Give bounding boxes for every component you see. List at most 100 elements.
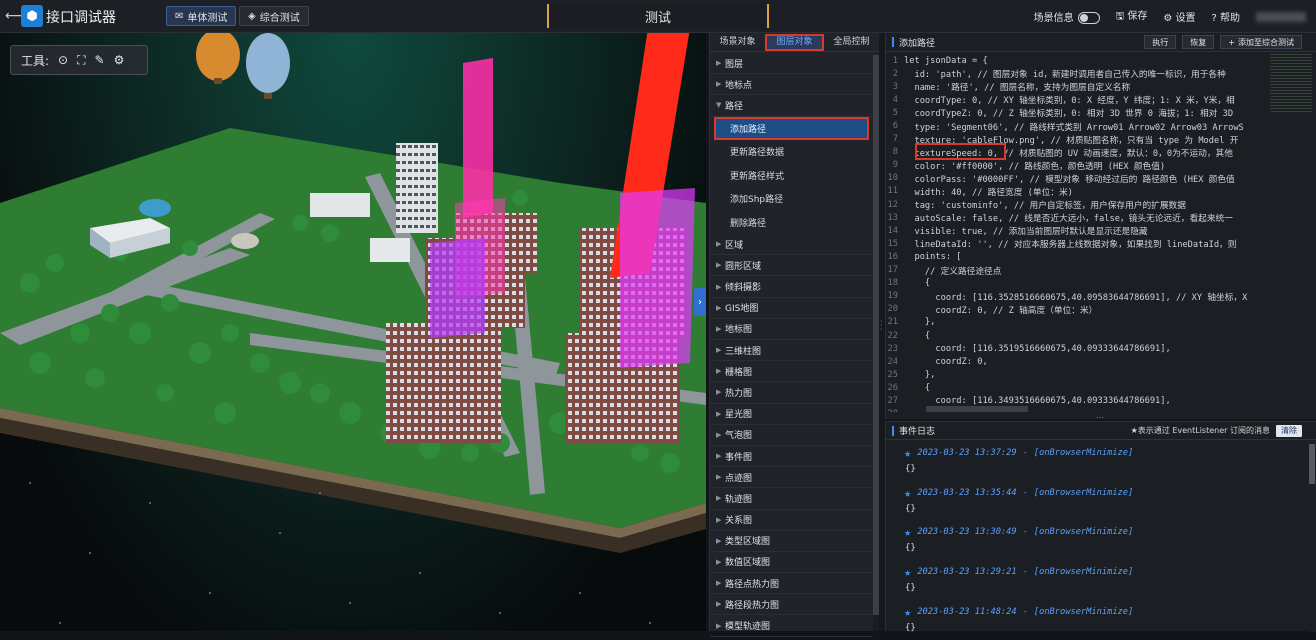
category-subitem[interactable]: 删除路径 [710,211,873,235]
line-number: 6 [892,121,898,132]
code-header: 添加路径 执行 恢复 + 添加至综合测试 [886,33,1316,52]
help-button[interactable]: ? 帮助 [1212,9,1241,24]
tab-global-control[interactable]: 全局控制 [824,34,879,51]
category-item[interactable]: ▶ 轨迹图 [710,488,873,510]
code-text: color: '#ff0000', // 路线颜色，颜色透明 (HEX 颜色值) [904,161,1166,172]
log-entry-header: ★ 2023-03-23 13:29:21- [onBrowserMinimize] [904,565,1306,579]
top-bar: ⟵ ⬢ 接口调试器 ✉ 单体测试 ◈ 综合测试 测试 场景信息 🖫 保存 ⚙ 设置 … [0,0,1316,33]
mail-icon: ✉ [175,10,184,22]
log-separator: - [1022,606,1028,617]
code-line: 26 { [886,381,1316,394]
category-item[interactable]: ▶ 三维柱图 [710,340,873,362]
code-line: 10 colorPass: '#0000FF', // 模型对象 移动经过后的 … [886,172,1316,185]
line-number: 11 [887,186,898,197]
category-subitem[interactable]: 更新路径样式 [710,164,873,188]
caret-down-icon: ▼ [716,101,722,110]
toggle-switch-icon[interactable] [1077,12,1100,24]
event-log-scrollbar[interactable] [1308,442,1316,632]
restore-button[interactable]: 恢复 [1182,35,1215,49]
category-item[interactable]: ▶ 关系图 [710,510,873,531]
caret-right-icon: ▶ [716,80,722,89]
scene-title: 测试 [547,4,769,28]
line-number: 16 [887,251,898,262]
line-number: 21 [887,317,898,328]
scrollbar-thumb[interactable] [1309,444,1315,484]
save-button[interactable]: 🖫 保存 [1116,7,1148,26]
category-item[interactable]: ▶ 路径点热力图 [710,573,873,595]
log-time: 2023-03-23 13:35:44 [917,487,1017,498]
category-item[interactable]: ▶ 倾斜摄影 [710,276,873,298]
unit-test-button[interactable]: ✉ 单体测试 [166,6,237,26]
category-label: 三维柱图 [725,346,762,357]
code-text: type: 'Segment06', // 路线样式类别 Arrow01 Arr… [904,122,1244,133]
category-item[interactable]: ▶ 圆形区域 [710,255,873,277]
locate-icon[interactable]: ⊙ [58,53,68,67]
caret-right-icon: ▶ [716,557,722,566]
code-line: 13 autoScale: false, // 线是否近大远小，false，镜头… [886,211,1316,225]
frame-select-icon[interactable]: ⛶ [77,53,85,68]
category-label: 热力图 [725,388,753,399]
user-avatar[interactable] [1256,11,1306,22]
tab-layer-objects[interactable]: 图层对象 [765,33,824,51]
code-line: 15 lineDataId: '', // 对应本服务器上线数据对象，如果找到 … [886,237,1316,251]
line-number: 9 [892,160,898,171]
category-item[interactable]: ▶ GIS地图 [710,298,873,319]
code-line: 9 color: '#ff0000', // 路线颜色，颜色透明 (HEX 颜色… [886,159,1316,172]
horizontal-scrollbar[interactable] [926,406,1028,412]
category-subitem[interactable]: 更新路径数据 [710,140,873,164]
category-label: 类型区域图 [725,537,771,548]
code-text: coordZ: 0, // Z 轴高度（单位：米） [904,305,1098,316]
code-text: points: [ [904,251,962,262]
category-item[interactable]: ▶ 地标图 [710,319,873,340]
category-item[interactable]: ▶ 气泡图 [710,425,873,446]
category-item[interactable]: ▼ 路径 [710,95,873,117]
category-item[interactable]: ▶ 模型轨迹图 [710,615,873,637]
help-icon: ? [1211,13,1217,24]
category-item[interactable]: ▶ 事件图 [710,446,873,468]
code-text: id: 'path', // 图层对象 id，新建时调用者自己传入的唯一标识，用… [904,70,1226,81]
scene-viewport[interactable]: 工具: ⊙ ⛶ ✎ ⚙ › [0,33,706,631]
caret-right-icon: ▶ [716,367,722,376]
caret-right-icon: ▶ [716,600,722,609]
execute-button[interactable]: 执行 [1144,35,1177,49]
code-minimap[interactable] [1270,54,1312,114]
clear-log-button[interactable]: 清除 [1276,424,1302,437]
caret-right-icon: ▶ [716,59,722,68]
panel-collapse-handle[interactable]: › [694,288,706,316]
category-item[interactable]: ▶ 类型区域图 [710,531,873,552]
category-subitem[interactable]: 添加Shp路径 [710,187,873,211]
event-log-list: ★ 2023-03-23 13:37:29- [onBrowserMinimize]… [886,442,1306,640]
star-icon: ★ [904,446,912,460]
pencil-icon[interactable]: ✎ [95,53,105,67]
category-item[interactable]: ▶ 图层 [710,53,873,75]
code-text: coord: [116.3493516660675,40.09333644786… [904,395,1171,406]
settings-button[interactable]: ⚙ 设置 [1163,9,1195,24]
app-title: 接口调试器 [46,10,116,26]
category-item[interactable]: ▶ 地标点 [710,74,873,96]
category-item[interactable]: ▶ 星光图 [710,404,873,425]
line-number: 24 [887,356,898,367]
category-subitem[interactable]: 添加路径 [714,116,869,141]
category-item[interactable]: ▶ 区域 [710,234,873,256]
add-to-integration-button[interactable]: + 添加至综合测试 [1220,35,1302,49]
code-editor[interactable]: 1 let jsonData = {2 id: 'path', // 图层对象 i… [886,54,1316,412]
category-panel: 场景对象 图层对象 全局控制 ▶ 图层 ▶ 地标点 ▼ 路径 添加路径 更新路径数据 更新路径样… [709,33,879,637]
log-separator: - [1022,527,1028,538]
caret-right-icon: ▶ [716,473,722,482]
integration-test-button[interactable]: ◈ 综合测试 [239,6,309,26]
code-line: 1 let jsonData = { [886,54,1316,67]
category-item[interactable]: ▶ 路径段热力图 [710,594,873,616]
code-text: coord: [116.3519516660675,40.09333644786… [904,343,1171,354]
category-item[interactable]: ▶ 栅格图 [710,361,873,383]
category-item[interactable]: ▶ 点迹图 [710,467,873,489]
drag-handle-icon[interactable]: · · · [880,318,883,334]
log-entry: ★ 2023-03-23 13:37:29- [onBrowserMinimize]… [886,442,1306,482]
category-item[interactable]: ▶ 数值区域图 [710,552,873,574]
scene-info-toggle[interactable]: 场景信息 [1034,9,1100,24]
category-label: 关系图 [725,516,753,527]
title-accent [892,37,894,47]
tab-scene-objects[interactable]: 场景对象 [710,34,765,51]
code-line: 18 { [886,277,1316,290]
category-item[interactable]: ▶ 热力图 [710,382,873,404]
gear-icon[interactable]: ⚙ [114,53,125,67]
